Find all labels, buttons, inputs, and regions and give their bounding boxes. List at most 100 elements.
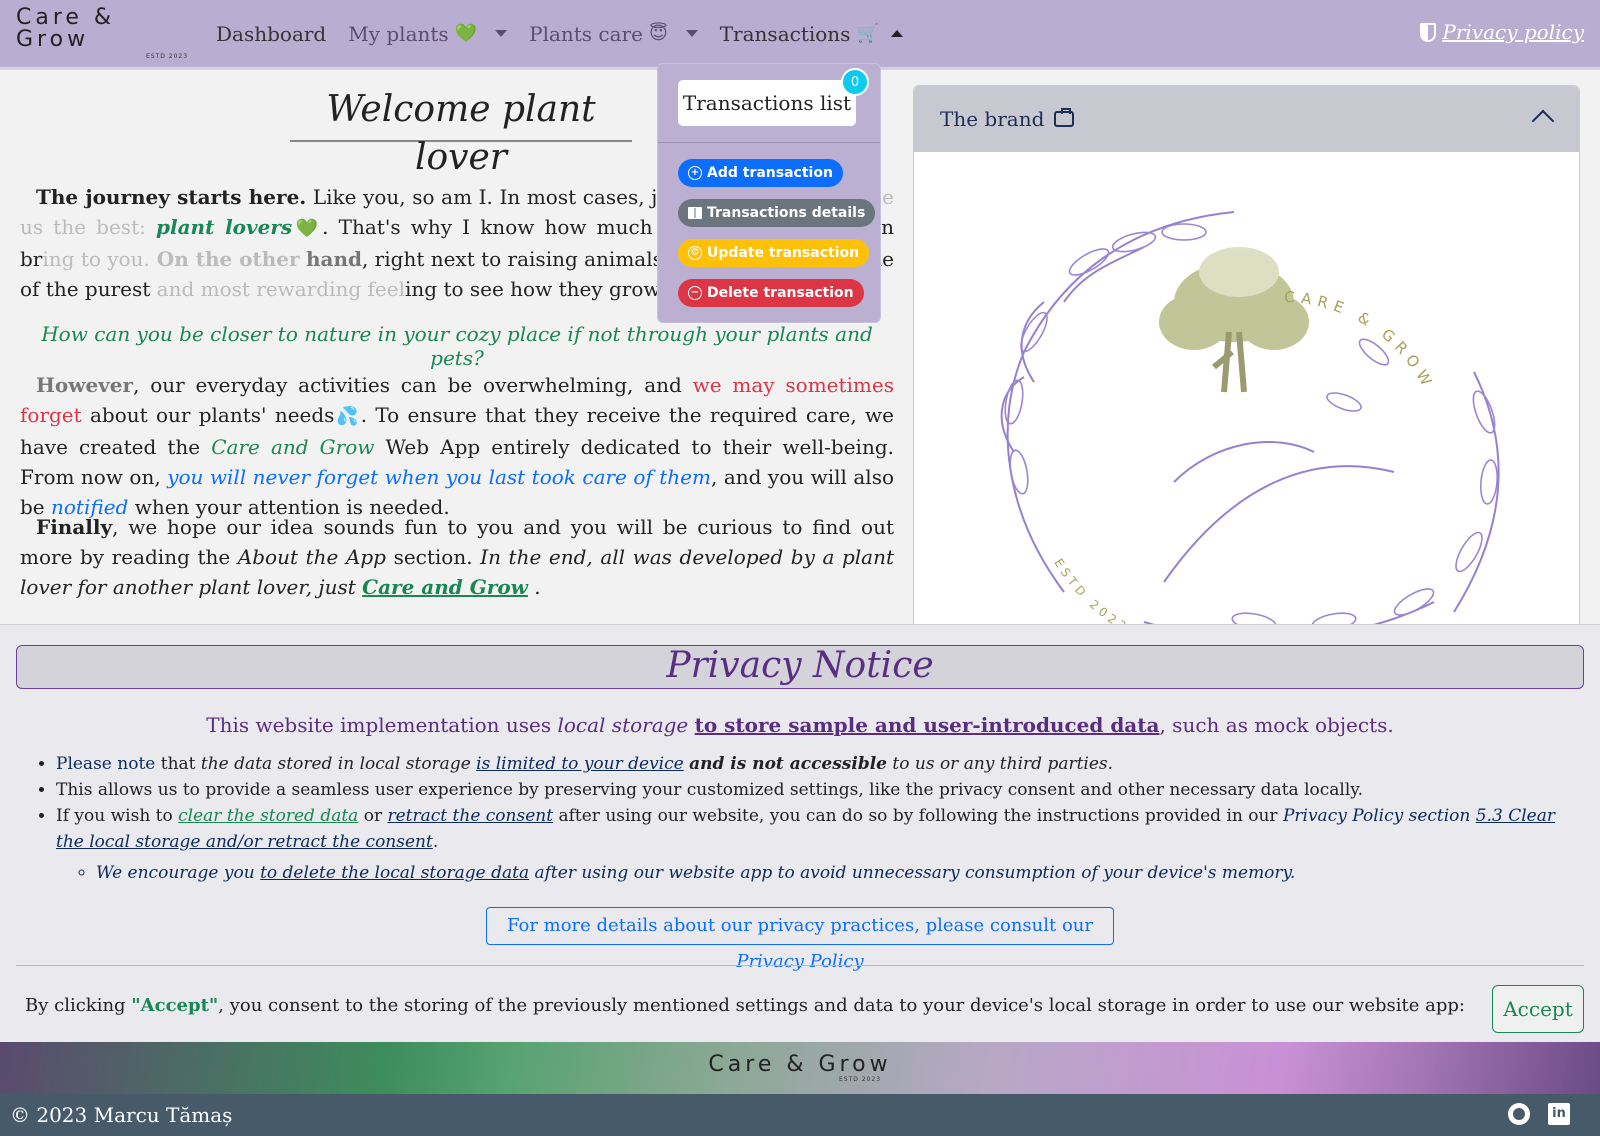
privacy-point-3: If you wish to clear the stored data or … <box>56 803 1586 886</box>
however-paragraph: However, our everyday activities can be … <box>20 370 894 522</box>
local-storage-text: local storage <box>557 713 689 737</box>
delete-transaction-button[interactable]: − Delete transaction <box>678 279 864 307</box>
logo-ring-text: CARE & GROW <box>1284 288 1433 394</box>
footer-brand-band: Care & Grow ESTD 2023 <box>0 1042 1600 1094</box>
intro-lead: The journey starts here. <box>36 185 307 209</box>
page-title: Welcome plant lover <box>290 86 632 178</box>
navbar: Care & Grow ESTD 2023 Dashboard My plant… <box>0 0 1600 70</box>
intro-text-3-faded: and most rewarding feel <box>156 277 405 301</box>
chevron-down-icon <box>495 30 508 37</box>
privacy-lead: This website implementation uses local s… <box>0 713 1600 737</box>
point1-text-1: that <box>155 754 201 774</box>
minus-circle-icon: − <box>688 286 702 300</box>
clear-stored-data-link[interactable]: clear the stored data <box>178 806 358 826</box>
point3-text-1: If you wish to <box>56 806 179 826</box>
privacy-divider <box>16 965 1584 966</box>
point3-end: . <box>432 832 439 852</box>
angel-emoji-icon: 😇 <box>648 23 668 44</box>
nature-quote: How can you be closer to nature in your … <box>41 322 873 370</box>
retract-consent-link[interactable]: retract the consent <box>388 806 554 826</box>
transactions-list-button[interactable]: Transactions list <box>678 80 856 126</box>
not-accessible-text: and is not accessible <box>689 754 887 774</box>
privacy-policy-label: Privacy policy <box>1442 20 1584 44</box>
update-transaction-button[interactable]: ⚙ Update transaction <box>678 239 870 267</box>
privacy-lead-text-1: This website implementation uses <box>206 713 558 737</box>
please-note-text: Please note <box>56 754 156 774</box>
point1-text-2: the data stored in local storage <box>200 754 471 774</box>
other-hand-text: On the other <box>149 247 300 271</box>
about-app-text: About the App <box>237 545 386 569</box>
transactions-count-badge: 0 <box>841 68 869 96</box>
subpoint-text-1: We encourage you <box>96 863 261 883</box>
privacy-subpoints: We encourage you to delete the local sto… <box>96 860 1586 886</box>
finally-lead: Finally <box>36 515 113 539</box>
green-heart-icon: 💚 <box>292 218 323 239</box>
care-and-grow-link[interactable]: Care and Grow <box>362 575 528 599</box>
point1-text-3: to us or any third parties. <box>887 754 1114 774</box>
privacy-subpoint-1: We encourage you to delete the local sto… <box>96 860 1586 886</box>
consent-text: By clicking "Accept", you consent to the… <box>25 995 1465 1016</box>
chevron-down-icon <box>685 30 698 37</box>
intro-text-2-faded: ing to you. <box>42 247 150 271</box>
shield-icon <box>1420 22 1437 42</box>
transactions-list-label: Transactions list <box>682 91 852 115</box>
svg-text:CARE & GROW: CARE & GROW <box>1284 288 1439 394</box>
green-heart-icon: 💚 <box>454 23 478 44</box>
footer-brand-name: Care & Grow <box>708 1051 892 1077</box>
delete-transaction-label: Delete transaction <box>707 285 854 301</box>
delete-local-storage-link[interactable]: to delete the local storage data <box>260 863 529 883</box>
consent-text-1: By clicking <box>25 995 132 1016</box>
gear-icon: ⚙ <box>688 246 702 260</box>
consult-privacy-policy-text: Privacy Policy <box>736 951 864 972</box>
brand-logo[interactable]: Care & Grow ESTD 2023 <box>16 7 192 61</box>
transactions-details-label: Transactions details <box>707 205 866 221</box>
nav-transactions[interactable]: Transactions 🛒 <box>720 22 903 46</box>
consent-text-2: , you consent to the storing of the prev… <box>218 995 1465 1016</box>
brand-estd: ESTD 2023 <box>146 53 189 60</box>
chevron-up-icon[interactable] <box>1531 109 1555 133</box>
care-and-grow-text: Care and Grow <box>211 435 375 459</box>
brand-card-title: The brand <box>940 107 1045 131</box>
privacy-policy-link[interactable]: Privacy policy <box>1420 20 1584 44</box>
brand-logo-svg: CARE & GROW ESTD 2023 <box>1000 211 1500 624</box>
privacy-points-list: Please note that the data stored in loca… <box>56 751 1586 886</box>
never-forget-text: you will never forget when you last took… <box>167 465 711 489</box>
transactions-dropdown: Transactions list 0 + Add transaction Tr… <box>657 63 881 323</box>
privacy-policy-consult-button[interactable]: For more details about our privacy pract… <box>486 907 1114 972</box>
privacy-point-2: This allows us to provide a seamless use… <box>56 777 1586 803</box>
update-transaction-label: Update transaction <box>707 245 860 261</box>
privacy-point-1: Please note that the data stored in loca… <box>56 751 1586 777</box>
transactions-details-button[interactable]: Transactions details <box>678 199 876 227</box>
nav-plants-care[interactable]: Plants care 😇 <box>529 22 698 46</box>
book-icon <box>688 207 702 219</box>
brand-card-header[interactable]: The brand <box>914 86 1579 152</box>
add-transaction-button[interactable]: + Add transaction <box>678 159 843 187</box>
github-icon[interactable] <box>1508 1103 1530 1125</box>
nav-dashboard[interactable]: Dashboard <box>216 22 326 46</box>
point3-text-2: after using our website, you can do so b… <box>553 806 1283 826</box>
privacy-notice-panel: Privacy Notice This website implementati… <box>0 624 1600 1042</box>
nav-my-plants[interactable]: My plants 💚 <box>348 21 508 46</box>
footer-brand-estd: ESTD 2023 <box>838 1075 882 1083</box>
nav-transactions-label: Transactions <box>719 21 851 46</box>
privacy-notice-title: Privacy Notice <box>16 645 1584 689</box>
hand-text: hand <box>305 247 362 271</box>
nav-my-plants-label: My plants <box>348 21 449 46</box>
consult-text: For more details about our privacy pract… <box>506 915 1094 936</box>
subpoint-text-2: after using our website app to avoid unn… <box>529 863 1296 883</box>
brand-card: The brand CARE & GROW ESTD 202 <box>913 85 1580 625</box>
dropdown-divider <box>658 142 880 143</box>
linkedin-icon[interactable]: in <box>1548 1103 1570 1125</box>
brand-logo-image: CARE & GROW ESTD 2023 <box>914 152 1579 624</box>
accept-button[interactable]: Accept <box>1492 985 1584 1033</box>
finally-paragraph: Finally, we hope our idea sounds fun to … <box>20 512 894 602</box>
store-data-text: to store sample and user-introduced data <box>694 713 1160 737</box>
footer-bar: © 2023 Marcu Tămaș <box>0 1094 1600 1136</box>
water-drops-icon: 💦 <box>334 406 361 427</box>
briefcase-icon <box>1054 108 1075 127</box>
cart-icon: 🛒 <box>856 23 879 44</box>
point3-or: or <box>358 806 388 826</box>
nav-dashboard-label: Dashboard <box>216 21 327 46</box>
privacy-policy-section-text: Privacy Policy section <box>1282 806 1476 826</box>
privacy-lead-text-2: , such as mock objects. <box>1159 713 1394 737</box>
